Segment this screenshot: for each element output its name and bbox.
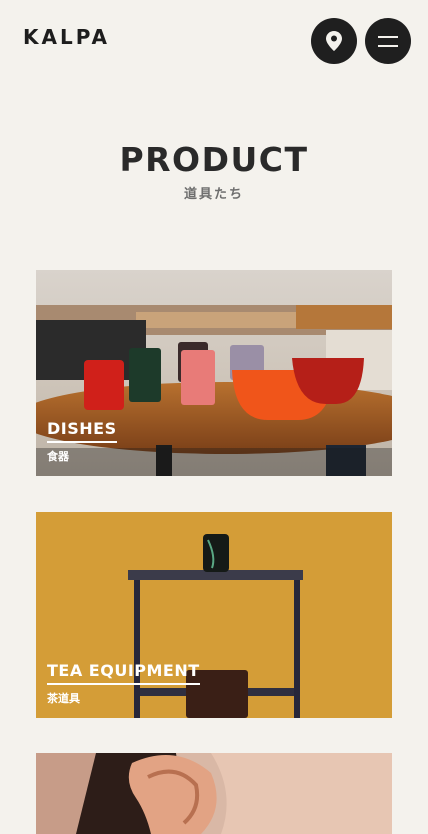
map-pin-icon bbox=[326, 31, 342, 51]
page-subtitle: 道具たち bbox=[183, 187, 244, 202]
product-card-dishes[interactable]: DISHES 食器 bbox=[36, 270, 392, 476]
product-card-third[interactable] bbox=[36, 753, 392, 834]
card-subtitle: 茶道具 bbox=[47, 692, 80, 705]
map-button[interactable] bbox=[311, 18, 357, 64]
hamburger-menu-icon bbox=[378, 36, 398, 47]
card-subtitle: 食器 bbox=[47, 450, 69, 463]
card-label: DISHES 食器 bbox=[47, 419, 117, 464]
page-heading: PRODUCT 道具たち bbox=[0, 140, 428, 202]
page-title: PRODUCT bbox=[119, 140, 309, 179]
product-card-tea-equipment[interactable]: TEA EQUIPMENT 茶道具 bbox=[36, 512, 392, 718]
accessory-photo bbox=[36, 753, 392, 834]
card-label: TEA EQUIPMENT 茶道具 bbox=[47, 661, 200, 706]
menu-button[interactable] bbox=[365, 18, 411, 64]
site-header: KALPA bbox=[0, 0, 428, 80]
kalpa-logo[interactable]: KALPA bbox=[23, 25, 110, 49]
card-title: DISHES bbox=[47, 419, 117, 443]
card-title: TEA EQUIPMENT bbox=[47, 661, 200, 685]
